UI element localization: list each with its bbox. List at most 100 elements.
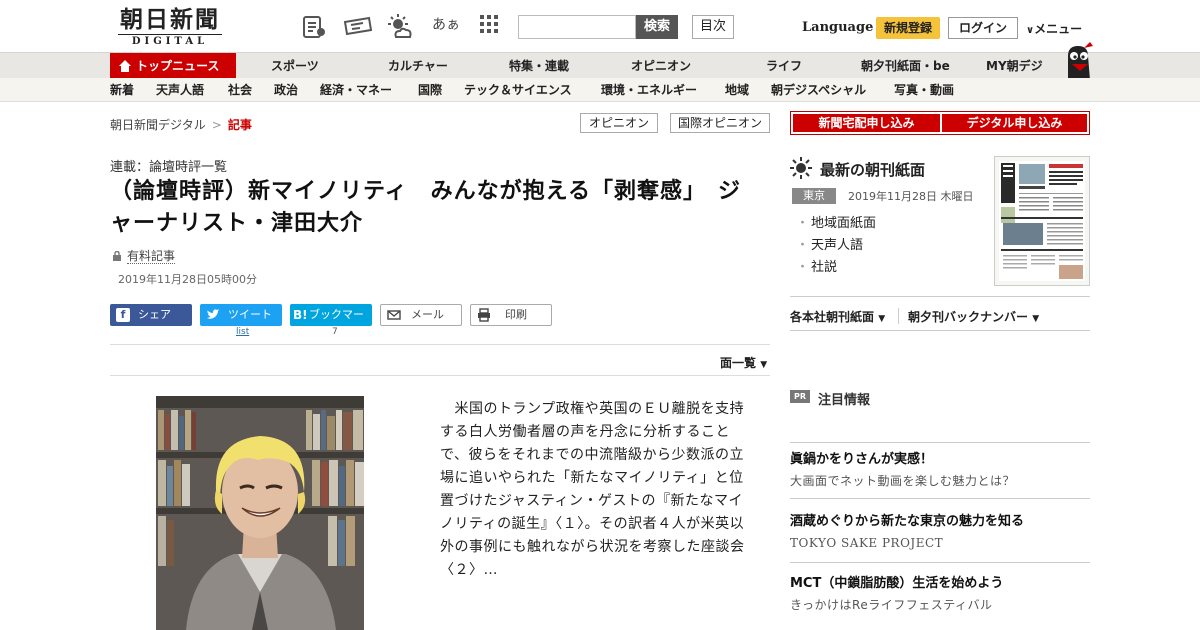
menu-button[interactable]: ∨メニュー <box>1026 20 1082 37</box>
breadcrumb-separator: > <box>211 118 222 132</box>
logo-jp: 朝日新聞 <box>120 6 220 33</box>
sun-icon <box>790 157 812 179</box>
page-menu-label: 面一覧 <box>720 356 757 370</box>
series-link[interactable]: 連載：論壇時評一覧 <box>110 156 227 175</box>
article-lead: 米国のトランプ政権や英国のＥＵ離脱を支持する白人労働者層の声を丹念に分析すること… <box>440 401 745 578</box>
nav2-item-tech[interactable]: テック＆サイエンス <box>464 78 572 102</box>
nav-item-papers[interactable]: 朝夕刊紙面・be <box>861 53 950 79</box>
page-menu-dropdown[interactable]: 面一覧 ▼ <box>720 354 767 371</box>
breadcrumb-current: 記事 <box>227 118 252 132</box>
toc-button[interactable]: 目次 <box>692 15 734 39</box>
nav2-item-society[interactable]: 社会 <box>228 78 252 102</box>
weather-icon[interactable] <box>386 13 414 41</box>
publish-date: 2019年11月28日05時00分 <box>118 273 257 286</box>
menu-label: メニュー <box>1034 22 1083 36</box>
backnumber-dropdown[interactable]: 朝夕刊バックナンバー ▼ <box>908 308 1039 325</box>
print-button[interactable]: 印刷 <box>470 304 552 326</box>
login-button[interactable]: ログイン <box>948 17 1018 39</box>
nav-item-features[interactable]: 特集・連載 <box>509 53 569 79</box>
chevron-down-icon: ∨ <box>1026 25 1035 36</box>
tag-opinion[interactable]: オピニオン <box>580 113 658 133</box>
author-photo <box>156 396 364 630</box>
caret-down-icon: ▼ <box>878 314 886 324</box>
subscribe-digital-button[interactable]: デジタル申し込み <box>942 114 1087 132</box>
divider <box>898 308 899 324</box>
promo-subtitle: TOKYO SAKE PROJECT <box>790 536 944 550</box>
grid-menu-icon[interactable] <box>478 13 506 41</box>
regional-pages-dropdown[interactable]: 各本社朝刊紙面 ▼ <box>790 308 885 325</box>
mail-icon <box>387 310 401 320</box>
morning-edition-title[interactable]: 最新の朝刊紙面 <box>820 159 925 180</box>
divider <box>790 296 1090 297</box>
backnumber-label: 朝夕刊バックナンバー <box>908 310 1029 324</box>
nav-item-life[interactable]: ライフ <box>766 53 802 79</box>
nav2-item-photo[interactable]: 写真・動画 <box>894 78 954 102</box>
newspaper-icon[interactable] <box>300 13 328 41</box>
nav-top-news[interactable]: トップニュース <box>110 53 236 79</box>
nav2-item-tenseijingo[interactable]: 天声人語 <box>156 78 204 102</box>
register-button[interactable]: 新規登録 <box>876 17 940 39</box>
promo-subtitle: きっかけはReライフフェスティバル <box>790 598 993 612</box>
promo-title: MCT（中鎖脂肪酸）生活を始めよう <box>790 576 1004 591</box>
promo-title: 酒蔵めぐりから新たな東京の魅力を知る <box>790 514 1025 529</box>
divider <box>790 562 1090 563</box>
promo-item[interactable]: MCT（中鎖脂肪酸）生活を始めよう きっかけはReライフフェスティバル <box>790 575 1090 614</box>
regional-pages-label: 各本社朝刊紙面 <box>790 310 875 324</box>
morning-edition-links: 地域面紙面 天声人語 社説 <box>796 213 876 279</box>
nav-item-culture[interactable]: カルチャー <box>388 53 448 79</box>
nav2-item-economy[interactable]: 経済・マネー <box>320 78 392 102</box>
nav2-item-new[interactable]: 新着 <box>110 78 134 102</box>
font-size-button[interactable]: あぁ <box>432 13 460 41</box>
mascot-icon[interactable] <box>1060 42 1094 80</box>
facebook-share-label: シェア <box>138 308 171 321</box>
hatena-bookmark-button[interactable]: B! ブックマーク <box>290 304 372 343</box>
newspaper-thumbnail[interactable] <box>994 156 1090 286</box>
divider <box>790 330 1090 331</box>
morning-link-local[interactable]: 地域面紙面 <box>796 213 876 235</box>
caret-down-icon: ▼ <box>760 360 768 370</box>
secondary-nav: 新着 天声人語 社会 政治 経済・マネー 国際 テック＆サイエンス 環境・エネル… <box>0 78 1200 102</box>
ticket-icon[interactable] <box>342 13 374 41</box>
search-input[interactable] <box>518 15 636 39</box>
print-icon <box>478 308 490 322</box>
paid-label-text[interactable]: 有料記事 <box>127 249 176 264</box>
breadcrumb-home[interactable]: 朝日新聞デジタル <box>110 118 206 132</box>
region-badge: 東京 <box>792 188 836 204</box>
nav2-item-special[interactable]: 朝デジスペシャル <box>771 78 866 102</box>
promo-subtitle: 大画面でネット動画を楽しむ魅力とは？ <box>790 474 1016 488</box>
mail-button[interactable]: メール <box>380 304 462 326</box>
nav-item-my[interactable]: MY朝デジ <box>986 53 1043 79</box>
promo-item[interactable]: 酒蔵めぐりから新たな東京の魅力を知る TOKYO SAKE PROJECT <box>790 513 1090 552</box>
tweet-count[interactable]: list <box>236 327 249 337</box>
mail-label: メール <box>411 308 444 321</box>
facebook-share-button[interactable]: f シェア <box>110 304 192 326</box>
promo-item[interactable]: 眞鍋かをりさんが実感！ 大画面でネット動画を楽しむ魅力とは？ <box>790 451 1090 490</box>
divider <box>110 375 770 376</box>
nav2-item-environment[interactable]: 環境・エネルギー <box>601 78 697 102</box>
lock-icon <box>113 251 121 261</box>
morning-link-editorial[interactable]: 社説 <box>796 257 876 279</box>
nav-top-news-label: トップニュース <box>136 59 220 73</box>
hatena-b-icon: B! <box>293 308 308 322</box>
nav2-item-international[interactable]: 国際 <box>418 78 442 102</box>
morning-link-tenseijingo[interactable]: 天声人語 <box>796 235 876 257</box>
hatena-label: ブックマーク <box>309 308 364 343</box>
tag-international-opinion[interactable]: 国際オピニオン <box>670 113 770 133</box>
subscribe-paper-button[interactable]: 新聞宅配申し込み <box>793 114 940 132</box>
tweet-button[interactable]: ツイート <box>200 304 282 326</box>
print-label: 印刷 <box>505 308 527 321</box>
language-link[interactable]: Language <box>802 20 873 35</box>
nav2-item-politics[interactable]: 政治 <box>274 78 298 102</box>
pr-badge: PR <box>790 390 810 403</box>
nav-item-sports[interactable]: スポーツ <box>271 53 319 79</box>
logo-en: DIGITAL <box>118 34 222 48</box>
site-logo[interactable]: 朝日新聞 DIGITAL <box>112 6 228 48</box>
search-button[interactable]: 検索 <box>636 15 678 39</box>
nav2-item-region[interactable]: 地域 <box>725 78 749 102</box>
facebook-icon: f <box>116 308 130 322</box>
paid-article-label: 有料記事 <box>112 247 176 264</box>
home-icon <box>119 60 131 72</box>
nav-item-opinion[interactable]: オピニオン <box>631 53 691 79</box>
article-title: （論壇時評）新マイノリティ みんなが抱える「剥奪感」 ジャーナリスト・津田大介 <box>110 179 742 236</box>
primary-nav: トップニュース スポーツ カルチャー 特集・連載 オピニオン ライフ 朝夕刊紙面… <box>0 52 1200 79</box>
